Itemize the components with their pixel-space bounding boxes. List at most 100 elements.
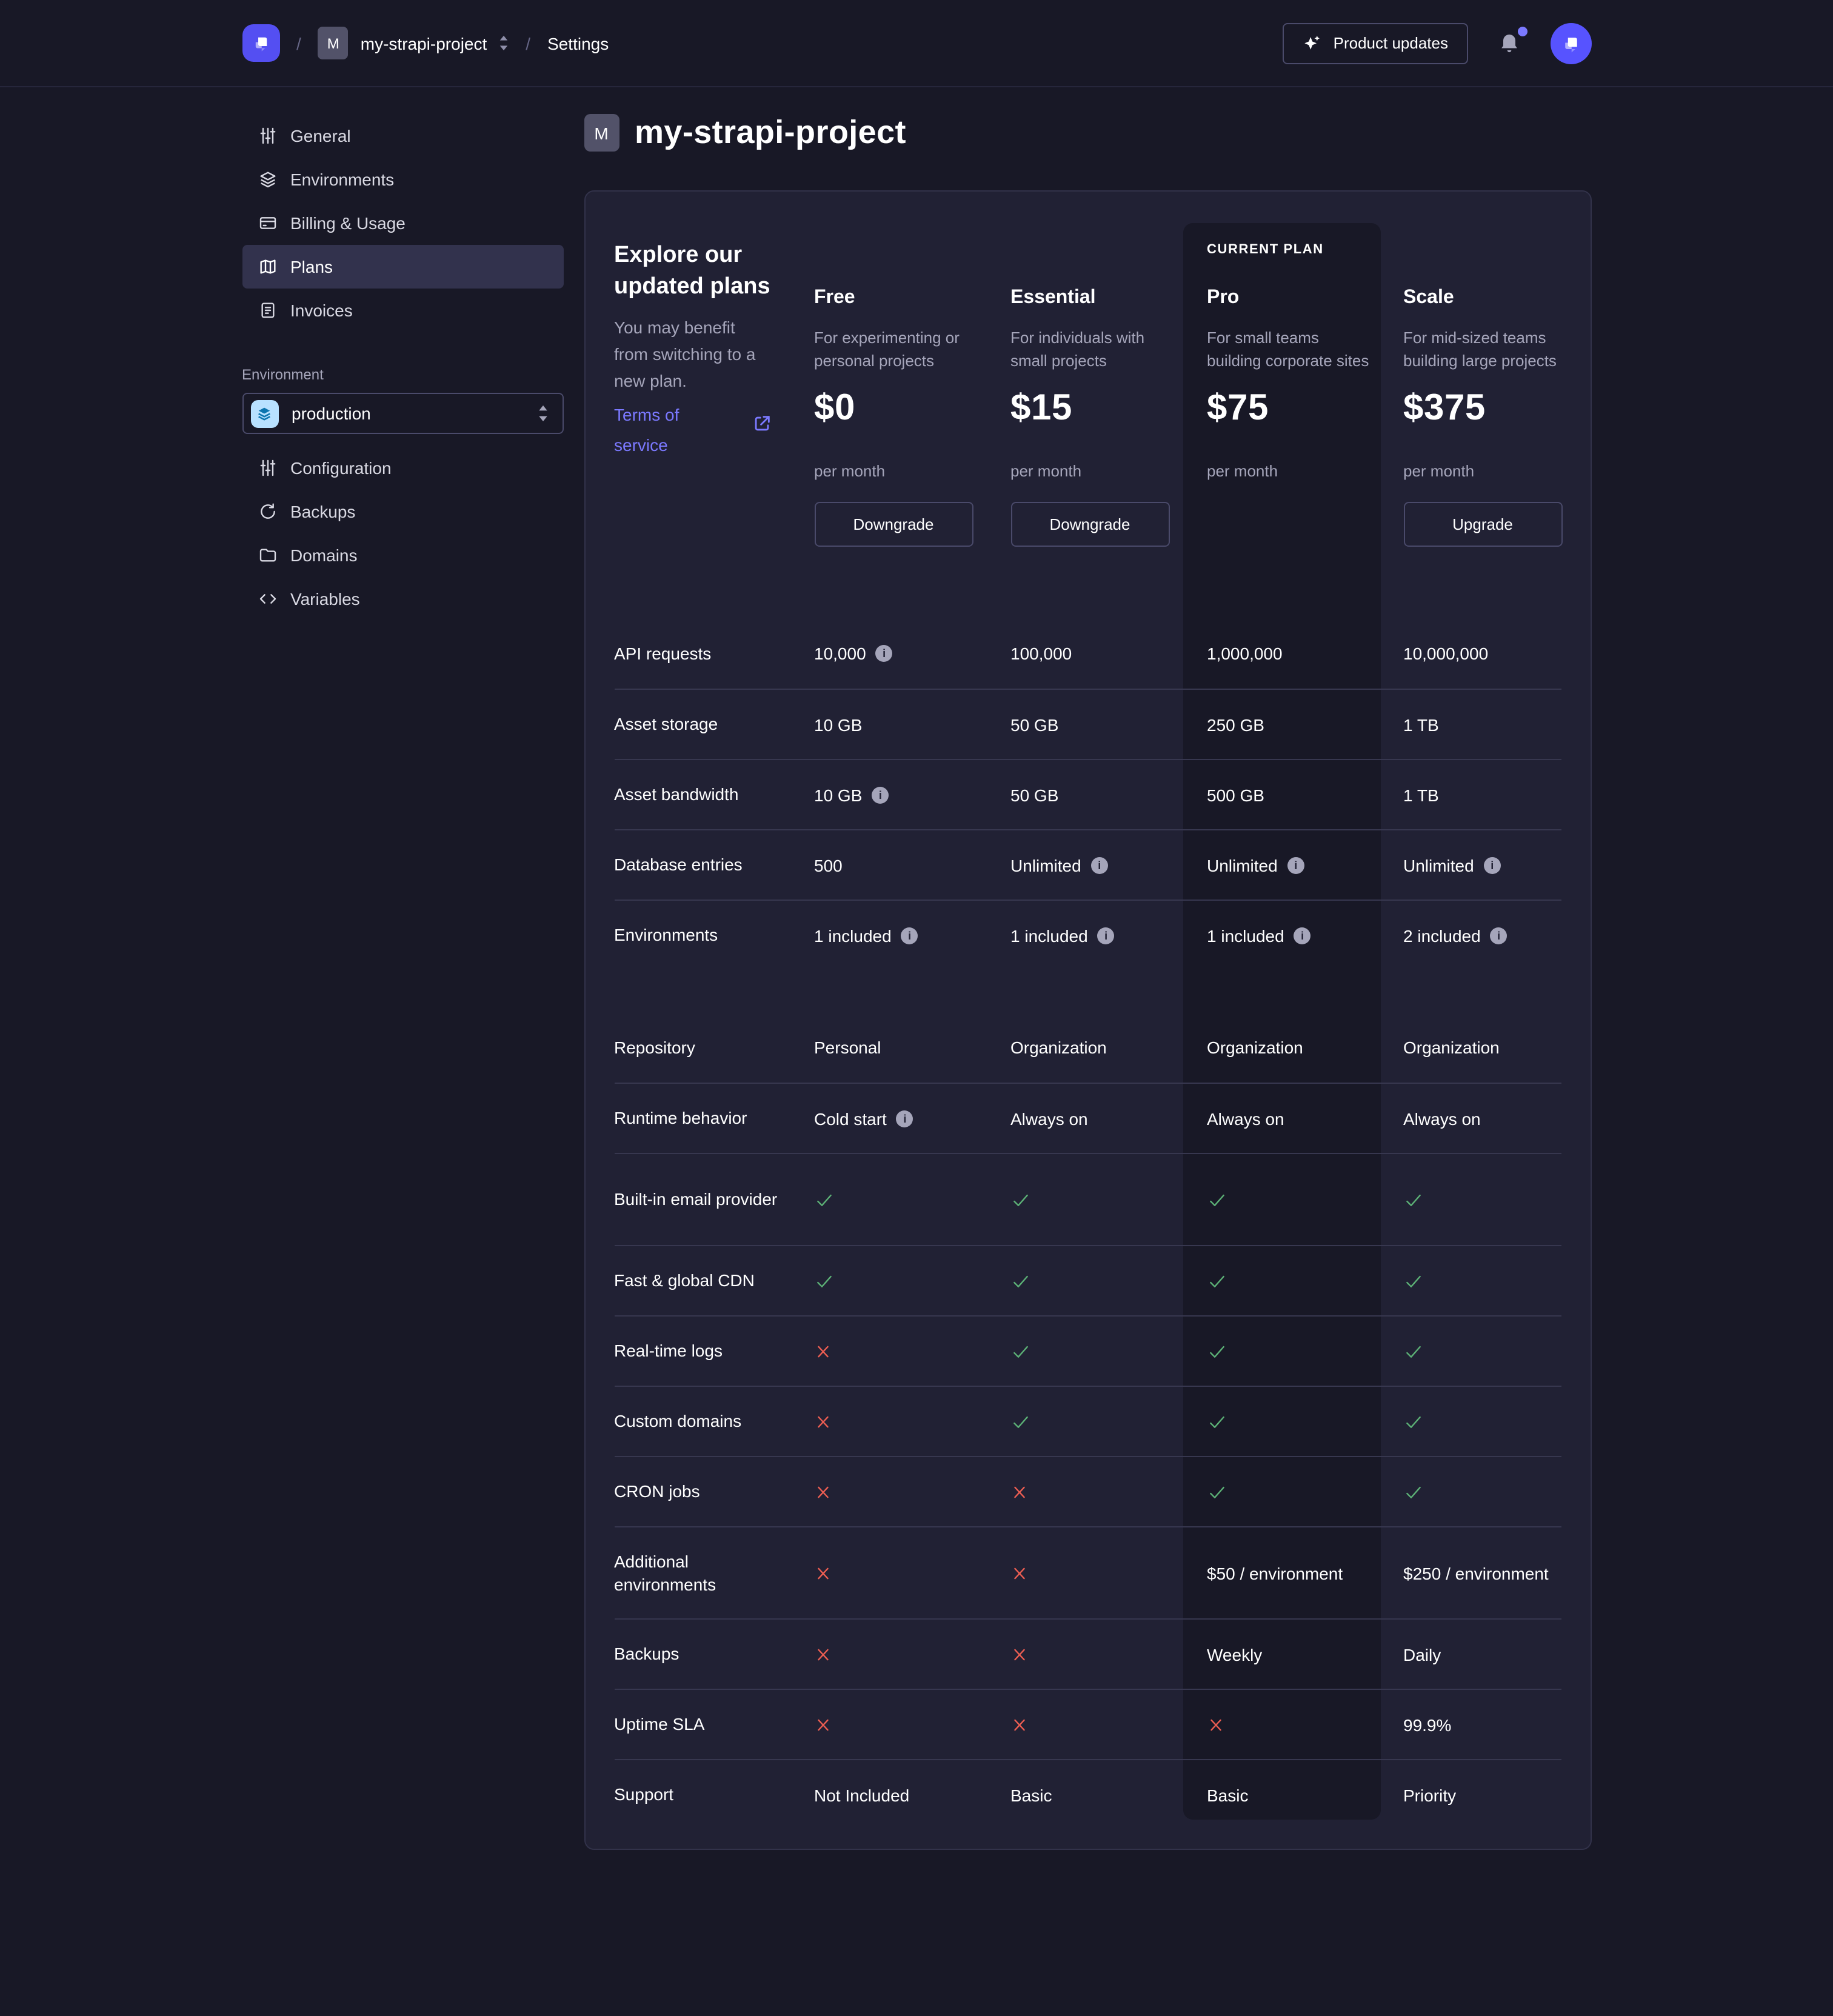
cell-value: Unlimited xyxy=(1207,855,1278,875)
strapi-glyph-icon xyxy=(250,33,271,53)
strapi-logo-icon[interactable] xyxy=(242,24,279,62)
plan-name: Essential xyxy=(1010,287,1096,309)
sidebar-item-billing-usage[interactable]: Billing & Usage xyxy=(242,201,563,245)
sidebar-item-backups[interactable]: Backups xyxy=(242,490,563,533)
product-updates-label: Product updates xyxy=(1334,34,1448,52)
sidebar-item-environments[interactable]: Environments xyxy=(242,158,563,201)
cell-value: Daily xyxy=(1403,1644,1441,1664)
info-icon[interactable]: i xyxy=(1294,927,1311,944)
info-icon[interactable]: i xyxy=(1091,856,1108,873)
row-label: Backups xyxy=(614,1643,814,1666)
info-icon[interactable]: i xyxy=(901,927,918,944)
plan-cell: 10 GB xyxy=(814,715,1010,734)
cross-icon xyxy=(814,1413,831,1430)
sidebar-item-domains[interactable]: Domains xyxy=(242,533,563,577)
cell-value: Organization xyxy=(1010,1038,1107,1057)
sidebar-item-invoices[interactable]: Invoices xyxy=(242,289,563,332)
plan-cell xyxy=(1010,1412,1207,1431)
cell-value: Always on xyxy=(1403,1109,1481,1128)
breadcrumb-project-switcher[interactable]: M my-strapi-project xyxy=(318,27,509,59)
row-label: Support xyxy=(614,1783,814,1806)
plan-cell xyxy=(814,1716,1010,1733)
product-updates-button[interactable]: Product updates xyxy=(1283,22,1467,64)
plan-cell: 500 xyxy=(814,855,1010,875)
page-title: my-strapi-project xyxy=(635,114,906,152)
table-row: Custom domains xyxy=(614,1386,1561,1456)
downgrade-button-essential[interactable]: Downgrade xyxy=(1010,502,1169,547)
sidebar-item-variables[interactable]: Variables xyxy=(242,577,563,621)
sort-updown-icon xyxy=(536,405,549,422)
plan-cell xyxy=(1010,1483,1207,1500)
plan-cell: 500 GB xyxy=(1207,785,1403,804)
plan-cell: 1 includedi xyxy=(1010,926,1207,945)
downgrade-button-free[interactable]: Downgrade xyxy=(814,502,973,547)
sidebar-item-plans[interactable]: Plans xyxy=(242,245,563,289)
info-icon[interactable]: i xyxy=(872,786,889,803)
plan-cell xyxy=(1403,1482,1561,1501)
sidebar-item-label: Billing & Usage xyxy=(290,213,406,233)
plan-cell xyxy=(1403,1341,1561,1361)
row-label: API requests xyxy=(614,642,814,665)
plans-intro-heading: Explore our updated plans xyxy=(614,240,774,303)
invoice-icon xyxy=(258,301,277,320)
row-label: Built-in email provider xyxy=(614,1188,814,1211)
cell-value: Always on xyxy=(1010,1109,1088,1128)
check-icon xyxy=(1010,1412,1030,1431)
plan-cell: Unlimitedi xyxy=(1010,855,1207,875)
check-icon xyxy=(1010,1190,1030,1209)
plan-cell: 250 GB xyxy=(1207,715,1403,734)
cross-icon xyxy=(814,1483,831,1500)
plan-cell xyxy=(1010,1341,1207,1361)
plan-column-pro: CURRENT PLANProFor small teams building … xyxy=(1207,192,1403,618)
upgrade-button-scale[interactable]: Upgrade xyxy=(1403,502,1562,547)
cross-icon xyxy=(1010,1564,1027,1581)
cell-value: 1 included xyxy=(814,926,892,945)
info-icon[interactable]: i xyxy=(1491,927,1507,944)
cell-value: $250 / environment xyxy=(1403,1563,1549,1583)
check-icon xyxy=(1207,1482,1226,1501)
info-icon[interactable]: i xyxy=(1484,856,1501,873)
sidebar-item-label: Invoices xyxy=(290,301,353,320)
plan-name: Scale xyxy=(1403,287,1454,309)
table-row: Built-in email provider xyxy=(614,1153,1561,1245)
sidebar-item-configuration[interactable]: Configuration xyxy=(242,446,563,490)
breadcrumb-section[interactable]: Settings xyxy=(547,33,609,53)
notifications-button[interactable] xyxy=(1497,31,1521,55)
info-icon[interactable]: i xyxy=(1287,856,1304,873)
environment-selected-value: production xyxy=(292,404,371,423)
table-row: RepositoryPersonalOrganizationOrganizati… xyxy=(614,1012,1561,1083)
plan-cell: Weekly xyxy=(1207,1644,1403,1664)
plan-description: For mid-sized teams building large proje… xyxy=(1403,326,1568,372)
sliders-icon xyxy=(258,458,277,478)
info-icon[interactable]: i xyxy=(1098,927,1115,944)
terms-of-service-link[interactable]: Terms of service xyxy=(614,400,713,461)
project-badge: M xyxy=(318,27,349,59)
plan-cell: Always on xyxy=(1010,1109,1207,1128)
row-label: Fast & global CDN xyxy=(614,1269,814,1292)
info-icon[interactable]: i xyxy=(876,645,893,662)
plan-cell xyxy=(1010,1646,1207,1663)
plan-period: per month xyxy=(1403,462,1474,480)
environment-selector[interactable]: production xyxy=(242,393,563,434)
plans-header: Explore our updated plans You may benefi… xyxy=(614,192,1561,618)
table-row: Runtime behaviorCold startiAlways onAlwa… xyxy=(614,1083,1561,1153)
row-label: Real-time logs xyxy=(614,1340,814,1363)
plan-cell: $250 / environment xyxy=(1403,1563,1561,1583)
plan-cell: Always on xyxy=(1207,1109,1403,1128)
cell-value: Cold start xyxy=(814,1109,887,1128)
sidebar-item-general[interactable]: General xyxy=(242,114,563,158)
avatar[interactable] xyxy=(1550,22,1591,64)
plan-cell xyxy=(1403,1190,1561,1209)
plan-cell: 99.9% xyxy=(1403,1715,1561,1734)
code-icon xyxy=(258,589,277,609)
plan-cell xyxy=(814,1413,1010,1430)
plan-cell xyxy=(1207,1482,1403,1501)
cell-value: 250 GB xyxy=(1207,715,1264,734)
plan-cell xyxy=(1010,1190,1207,1209)
cell-value: 2 included xyxy=(1403,926,1481,945)
external-link-icon[interactable] xyxy=(751,413,772,434)
check-icon xyxy=(1403,1341,1423,1361)
plan-cell: 100,000 xyxy=(1010,644,1207,663)
plan-price: $375 xyxy=(1403,388,1486,429)
info-icon[interactable]: i xyxy=(896,1110,913,1127)
